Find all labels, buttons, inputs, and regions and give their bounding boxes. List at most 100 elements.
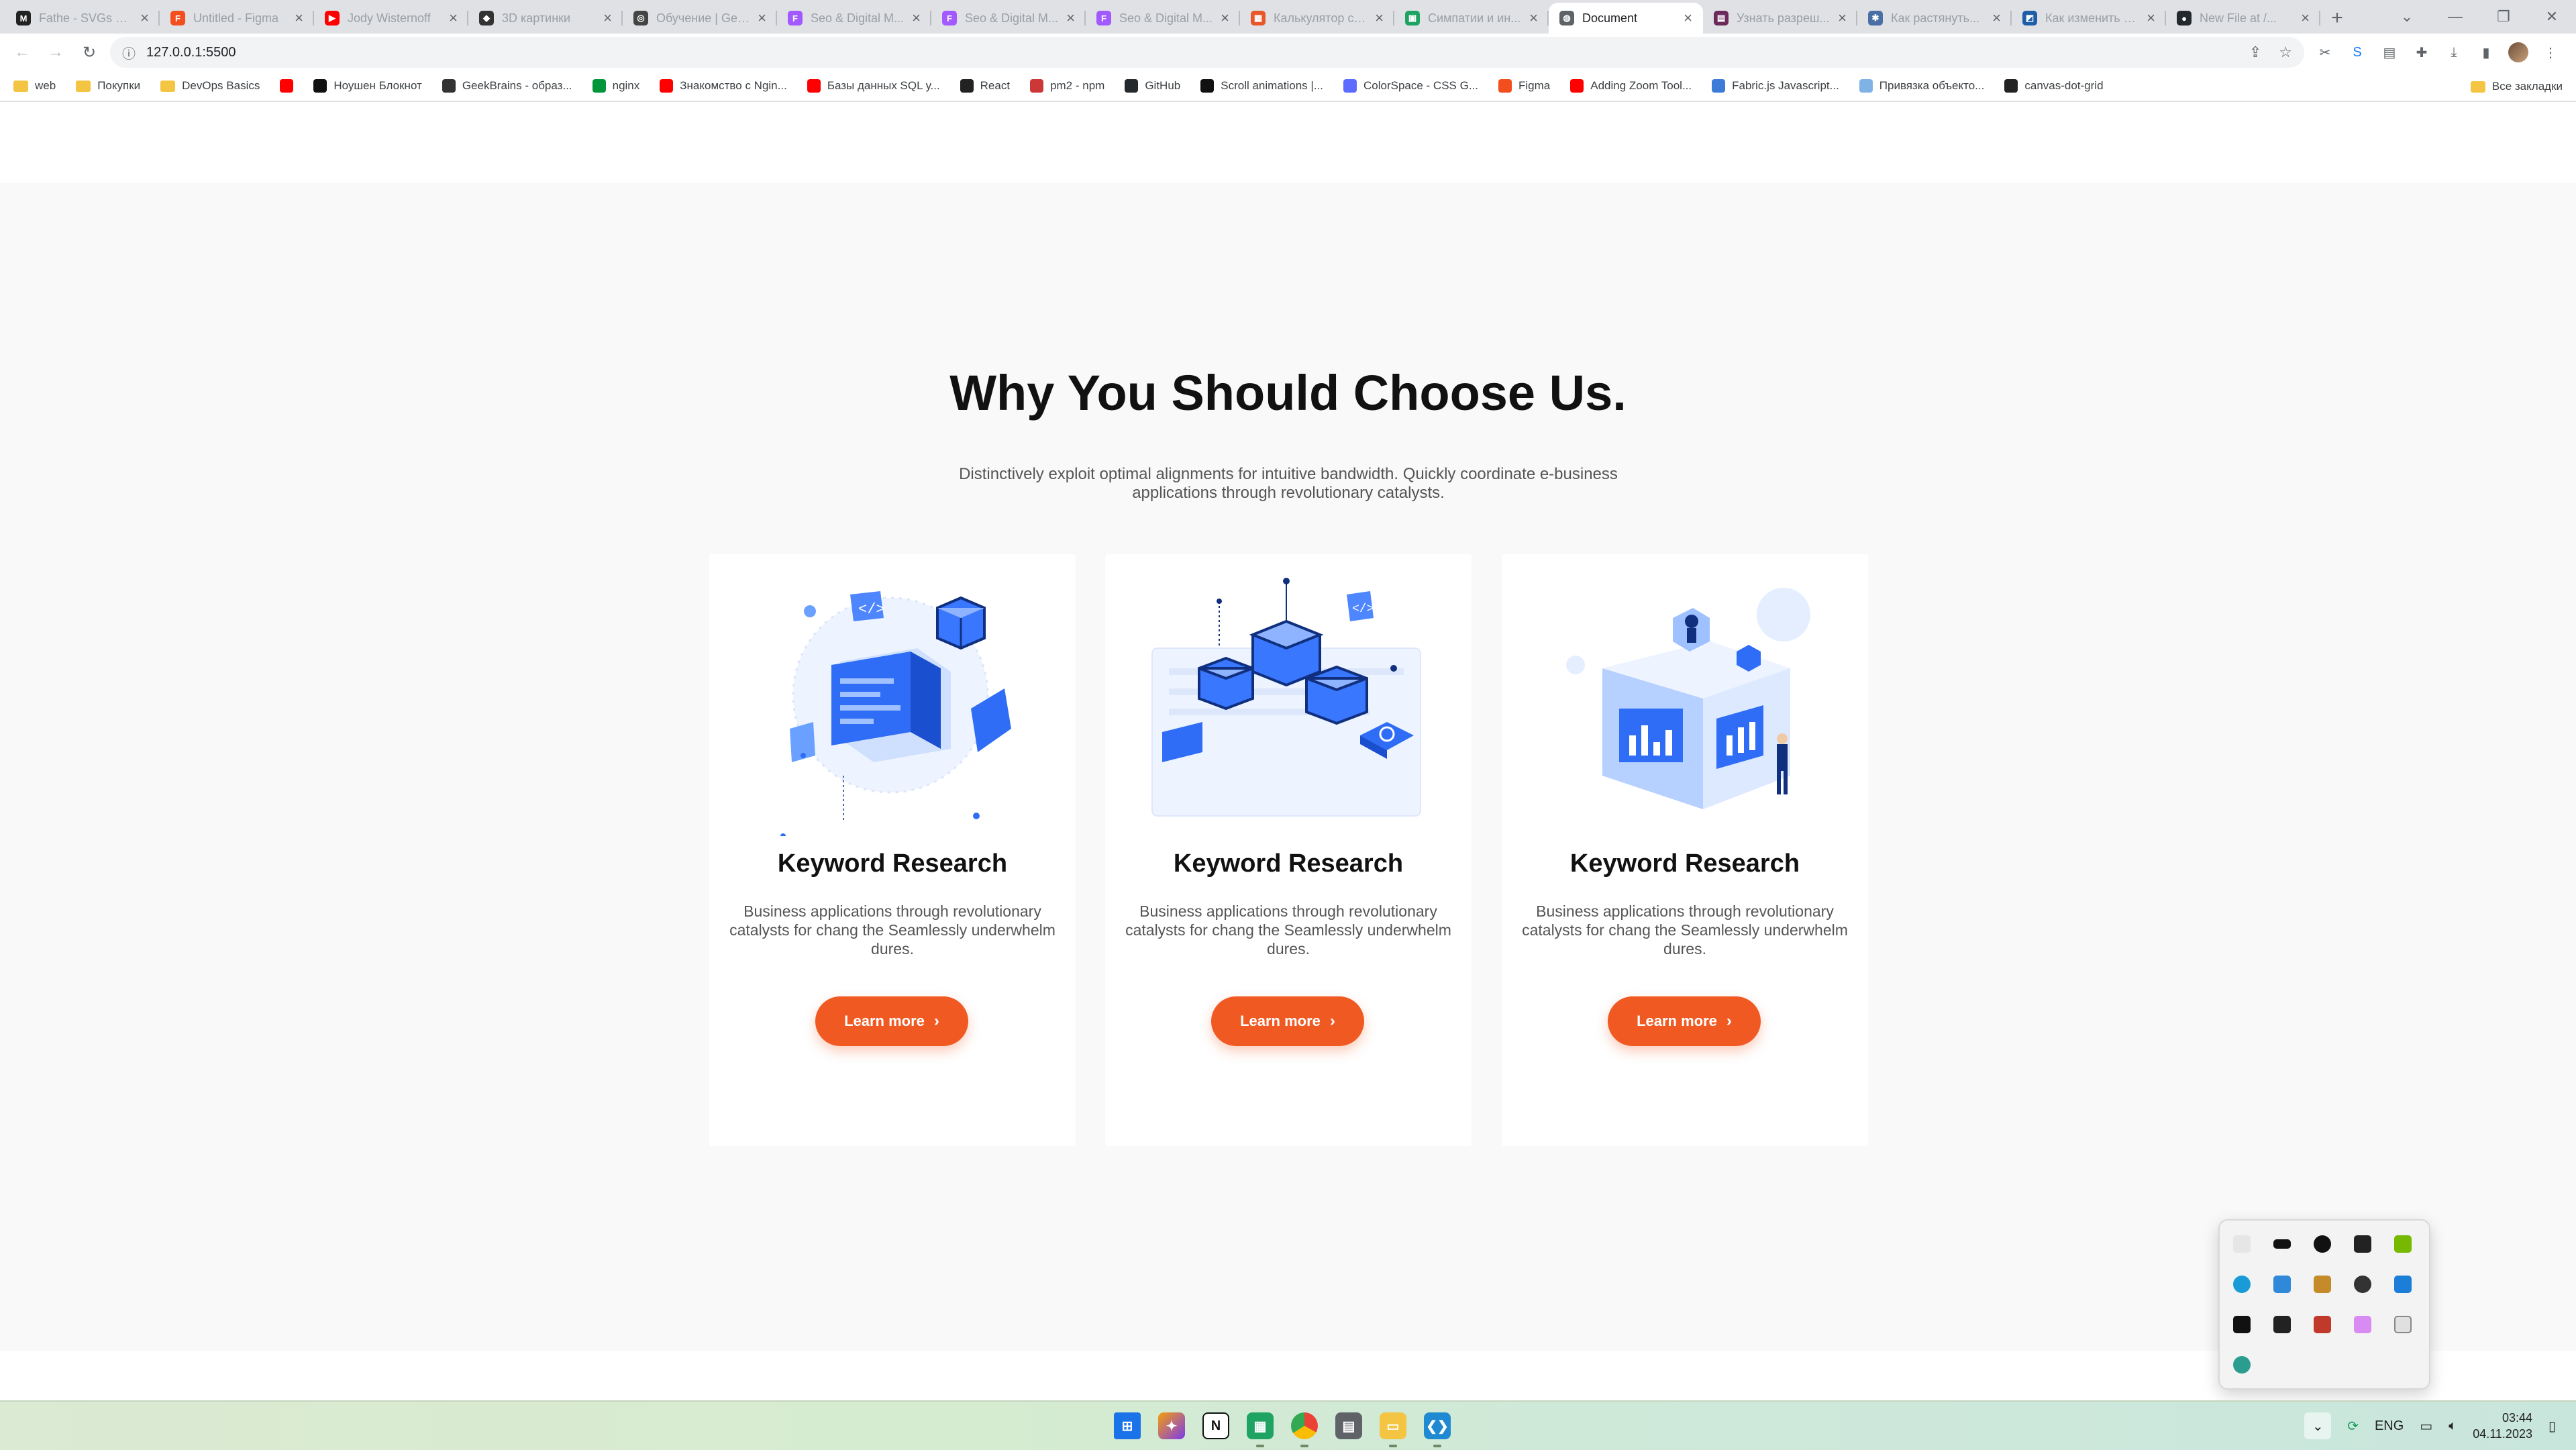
bookmark-link[interactable]: Ноушен Блокнот <box>313 79 422 93</box>
usb-tray-icon[interactable] <box>2394 1316 2412 1333</box>
browser-tab[interactable]: ◩ Как изменить р... × <box>2012 3 2166 34</box>
tray-app-icon[interactable] <box>2273 1316 2291 1333</box>
tray-app-icon[interactable] <box>2233 1235 2251 1253</box>
bookmark-link[interactable]: nginx <box>592 79 639 93</box>
bookmark-link[interactable]: canvas-dot-grid <box>2004 79 2104 93</box>
bookmark-link[interactable]: React <box>960 79 1010 93</box>
sync-icon[interactable]: ⟳ <box>2347 1418 2359 1435</box>
browser-tab[interactable]: ◆ 3D картинки × <box>468 3 623 34</box>
nvidia-tray-icon[interactable] <box>2354 1235 2371 1253</box>
tab-close-icon[interactable]: × <box>912 9 921 27</box>
browser-tab[interactable]: ✱ Как растянуть... × <box>1857 3 2012 34</box>
tab-close-icon[interactable]: × <box>1066 9 1075 27</box>
tray-app-icon[interactable] <box>2273 1276 2291 1293</box>
calculator-icon[interactable]: ▤ <box>1335 1412 1362 1439</box>
browser-tab[interactable]: F Seo & Digital M... × <box>777 3 931 34</box>
forward-icon[interactable]: → <box>39 36 72 69</box>
pen-tray-icon[interactable] <box>2354 1316 2371 1333</box>
browser-tab[interactable]: ▣ Симпатии и ин... × <box>1394 3 1549 34</box>
extension-cut-icon[interactable]: ✂ <box>2315 42 2335 62</box>
copilot-icon[interactable]: ✦ <box>1158 1412 1185 1439</box>
network-icon[interactable]: ▭ <box>2420 1418 2432 1435</box>
bookmark-folder[interactable]: web <box>13 79 56 93</box>
tab-close-icon[interactable]: × <box>1375 9 1384 27</box>
start-icon[interactable]: ⊞ <box>1114 1412 1141 1439</box>
url-text[interactable]: 127.0.0.1:5500 <box>146 45 236 60</box>
tray-app-icon[interactable] <box>2314 1235 2331 1253</box>
vscode-icon[interactable]: ❮❯ <box>1424 1412 1451 1447</box>
tab-close-icon[interactable]: × <box>1529 9 1538 27</box>
tab-close-icon[interactable]: × <box>1992 9 2001 27</box>
chrome-menu-icon[interactable]: ⋮ <box>2540 42 2561 62</box>
bookmark-link[interactable] <box>280 79 294 93</box>
tray-app-icon[interactable] <box>2273 1239 2291 1249</box>
share-icon[interactable]: ⇪ <box>2249 44 2261 61</box>
bookmark-link[interactable]: Figma <box>1498 79 1550 93</box>
notifications-icon[interactable]: ▯ <box>2548 1418 2556 1435</box>
browser-tab[interactable]: ▦ Калькулятор сс... × <box>1240 3 1394 34</box>
bookmark-link[interactable]: Fabric.js Javascript... <box>1712 79 1839 93</box>
tab-search-icon[interactable]: ⌄ <box>2383 0 2431 34</box>
downloads-icon[interactable]: ⤓ <box>2444 42 2464 62</box>
new-tab-button[interactable]: + <box>2320 3 2354 34</box>
tray-app-icon[interactable] <box>2314 1276 2331 1293</box>
bookmark-folder[interactable]: DevOps Basics <box>160 79 260 93</box>
bookmark-link[interactable]: pm2 - npm <box>1030 79 1104 93</box>
clock[interactable]: 03:44 04.11.2023 <box>2473 1410 2532 1442</box>
nvidia-settings-tray-icon[interactable] <box>2394 1235 2412 1253</box>
volume-icon[interactable]: 🔈︎ <box>2449 1418 2457 1434</box>
minimize-icon[interactable]: — <box>2431 0 2479 34</box>
bookmark-link[interactable]: ColorSpace - CSS G... <box>1343 79 1478 93</box>
tab-close-icon[interactable]: × <box>2147 9 2155 27</box>
tab-close-icon[interactable]: × <box>449 9 458 27</box>
browser-tab[interactable]: ● New File at /... × <box>2166 3 2320 34</box>
sheets-icon[interactable]: ▦ <box>1247 1412 1274 1447</box>
profile-avatar[interactable] <box>2508 42 2528 62</box>
close-window-icon[interactable]: ✕ <box>2528 0 2576 34</box>
all-bookmarks-folder[interactable]: Все закладки <box>2470 71 2563 102</box>
browser-tab[interactable]: M Fathe - SVGs Sy... × <box>5 3 160 34</box>
tab-active[interactable]: ◍ Document × <box>1549 3 1703 34</box>
browser-tab[interactable]: ▤ Узнать разреш... × <box>1703 3 1857 34</box>
bookmark-link[interactable]: GitHub <box>1125 79 1180 93</box>
learn-more-button[interactable]: Learn more › <box>1608 996 1761 1046</box>
extension-document-icon[interactable]: ▤ <box>2379 42 2400 62</box>
side-panel-icon[interactable]: ▮ <box>2476 42 2496 62</box>
tab-close-icon[interactable]: × <box>1684 9 1692 27</box>
tab-close-icon[interactable]: × <box>2301 9 2310 27</box>
tab-close-icon[interactable]: × <box>1838 9 1847 27</box>
tab-close-icon[interactable]: × <box>1221 9 1229 27</box>
bookmark-link[interactable]: Scroll animations |... <box>1200 79 1323 93</box>
language-indicator[interactable]: ENG <box>2375 1418 2404 1434</box>
notion-icon[interactable]: N <box>1202 1412 1229 1439</box>
tray-app-icon[interactable] <box>2394 1276 2412 1293</box>
file-explorer-icon[interactable]: ▭ <box>1380 1412 1406 1447</box>
edge-tray-icon[interactable] <box>2233 1276 2251 1293</box>
bookmark-folder[interactable]: Покупки <box>76 79 140 93</box>
tab-close-icon[interactable]: × <box>758 9 766 27</box>
restore-icon[interactable]: ❐ <box>2479 0 2528 34</box>
extensions-puzzle-icon[interactable]: ✚ <box>2412 42 2432 62</box>
browser-tab[interactable]: F Seo & Digital M... × <box>931 3 1086 34</box>
address-bar[interactable]: ⓘ 127.0.0.1:5500 ⇪ ☆ <box>110 37 2304 68</box>
bookmark-link[interactable]: Привязка объекто... <box>1859 79 1984 93</box>
tab-close-icon[interactable]: × <box>603 9 612 27</box>
learn-more-button[interactable]: Learn more › <box>815 996 968 1046</box>
tab-close-icon[interactable]: × <box>295 9 303 27</box>
bookmark-link[interactable]: GeekBrains - образ... <box>442 79 572 93</box>
chrome-icon[interactable] <box>1291 1412 1318 1447</box>
tray-overflow-chevron-icon[interactable]: ⌄ <box>2304 1412 2332 1439</box>
tray-app-icon[interactable] <box>2233 1316 2251 1333</box>
tray-app-icon[interactable] <box>2354 1276 2371 1293</box>
tray-app-icon[interactable] <box>2233 1356 2251 1374</box>
bookmark-link[interactable]: Знакомство с Ngin... <box>660 79 787 93</box>
browser-tab[interactable]: F Untitled - Figma × <box>160 3 314 34</box>
tab-close-icon[interactable]: × <box>140 9 149 27</box>
bookmark-star-icon[interactable]: ☆ <box>2279 44 2292 61</box>
bookmark-link[interactable]: Adding Zoom Tool... <box>1570 79 1692 93</box>
browser-tab[interactable]: F Seo & Digital M... × <box>1086 3 1240 34</box>
site-info-icon[interactable]: ⓘ <box>122 43 136 62</box>
back-icon[interactable]: ← <box>5 36 39 69</box>
extension-shazam-icon[interactable]: S <box>2347 42 2367 62</box>
browser-tab[interactable]: ▶ Jody Wisternoff × <box>314 3 468 34</box>
